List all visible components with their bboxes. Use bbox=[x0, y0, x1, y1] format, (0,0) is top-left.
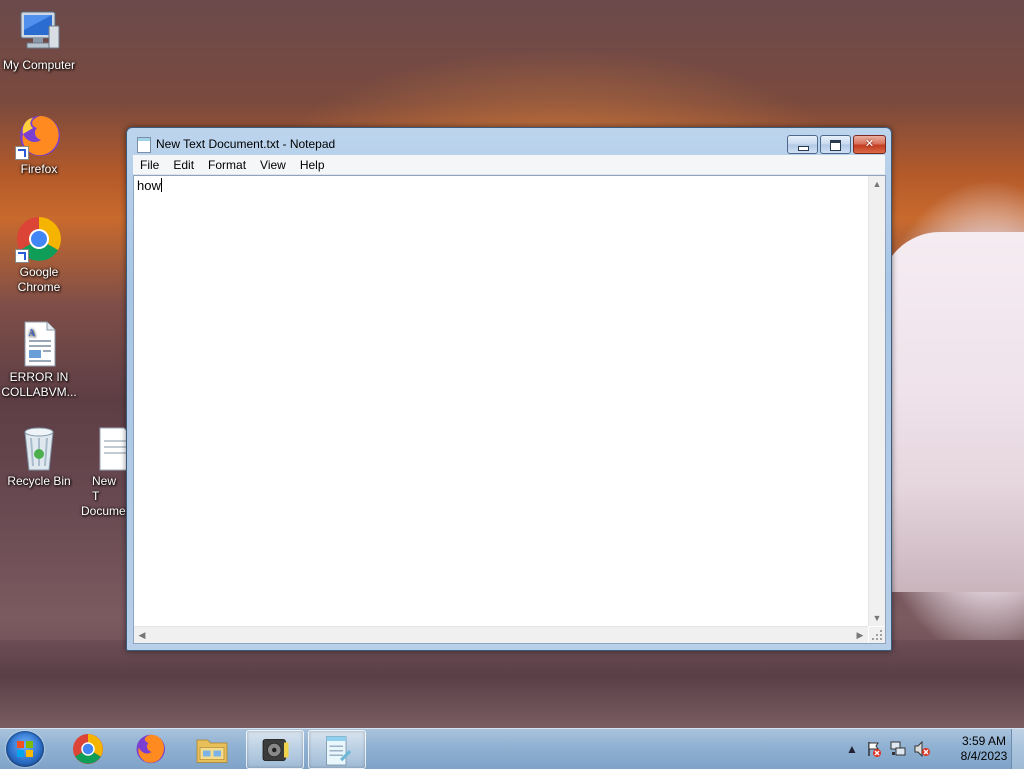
network-icon[interactable] bbox=[890, 741, 906, 757]
desktop-icon-label: Docume bbox=[81, 504, 126, 518]
menu-format[interactable]: Format bbox=[201, 155, 253, 173]
taskbar-file-explorer[interactable] bbox=[184, 730, 240, 767]
taskbar-notepad[interactable] bbox=[308, 730, 366, 769]
notepad-icon bbox=[137, 137, 151, 153]
taskbar-media-center[interactable] bbox=[246, 730, 304, 769]
wallpaper-rock bbox=[0, 640, 1024, 728]
desktop-icon-label: Google bbox=[19, 265, 59, 279]
menu-view[interactable]: View bbox=[253, 155, 293, 173]
desktop-icon-google-chrome[interactable]: Google Chrome bbox=[1, 215, 77, 295]
chrome-icon bbox=[15, 215, 63, 263]
desktop-icon-recycle-bin[interactable]: Recycle Bin bbox=[1, 424, 77, 489]
menu-bar: File Edit Format View Help bbox=[133, 155, 885, 175]
editor-text: how bbox=[137, 178, 161, 193]
desktop-icon-label: COLLABVM... bbox=[1, 385, 77, 399]
text-editor[interactable]: how ▲ ▼ ◀ ▶ bbox=[133, 175, 886, 644]
scroll-down-icon[interactable]: ▼ bbox=[869, 610, 885, 626]
firefox-icon bbox=[15, 112, 63, 160]
volume-muted-icon[interactable] bbox=[914, 740, 930, 758]
system-tray: ▲ 3:59 AM 8/4/2023 bbox=[844, 729, 1024, 769]
firefox-icon bbox=[136, 734, 165, 764]
svg-text:A: A bbox=[28, 328, 36, 339]
maximize-button[interactable] bbox=[820, 135, 851, 154]
computer-icon bbox=[15, 8, 63, 56]
window-titlebar[interactable]: New Text Document.txt - Notepad ✕ bbox=[127, 128, 891, 158]
notepad-icon bbox=[326, 736, 352, 766]
desktop-icon-label: Recycle Bin bbox=[7, 474, 71, 488]
scroll-up-icon[interactable]: ▲ bbox=[869, 176, 885, 192]
minimize-button[interactable] bbox=[787, 135, 818, 154]
media-center-icon bbox=[262, 739, 289, 761]
text-caret bbox=[160, 178, 162, 192]
clock-time: 3:59 AM bbox=[961, 734, 1007, 748]
menu-file[interactable]: File bbox=[133, 155, 166, 173]
show-hidden-icons-icon[interactable]: ▲ bbox=[844, 741, 860, 757]
window-title: New Text Document.txt - Notepad bbox=[156, 137, 336, 151]
menu-edit[interactable]: Edit bbox=[166, 155, 201, 173]
close-button[interactable]: ✕ bbox=[853, 135, 886, 154]
desktop-icon-new-text-document[interactable]: New T Docume bbox=[76, 424, 126, 519]
start-button[interactable] bbox=[6, 731, 44, 767]
action-center-icon[interactable] bbox=[866, 741, 882, 757]
clock-date: 8/4/2023 bbox=[960, 749, 1008, 763]
recycle-bin-icon bbox=[15, 424, 63, 472]
taskbar-firefox[interactable] bbox=[122, 730, 178, 767]
desktop-icon-firefox[interactable]: Firefox bbox=[1, 112, 77, 177]
horizontal-scrollbar[interactable]: ◀ ▶ bbox=[134, 626, 868, 643]
resize-grip-icon[interactable] bbox=[869, 627, 885, 643]
minimize-icon bbox=[798, 146, 809, 151]
shortcut-arrow-icon bbox=[15, 146, 29, 160]
scroll-left-icon[interactable]: ◀ bbox=[134, 627, 150, 643]
maximize-icon bbox=[830, 140, 841, 151]
close-icon: ✕ bbox=[864, 138, 875, 150]
chrome-icon bbox=[73, 734, 103, 764]
windows-logo-icon bbox=[17, 741, 33, 757]
notepad-window[interactable]: New Text Document.txt - Notepad ✕ File Ed… bbox=[126, 127, 892, 651]
desktop-icon-label: ERROR IN bbox=[9, 370, 69, 384]
desktop-icon-label: Firefox bbox=[20, 162, 58, 176]
taskbar: ▲ 3:59 AM 8/4/2023 bbox=[0, 728, 1024, 769]
desktop-icon-label: New T bbox=[92, 474, 117, 503]
desktop-icon-label: My Computer bbox=[2, 58, 76, 72]
shortcut-arrow-icon bbox=[15, 249, 29, 263]
desktop-icon-error-document[interactable]: A ERROR IN COLLABVM... bbox=[1, 320, 77, 400]
menu-help[interactable]: Help bbox=[293, 155, 332, 173]
file-explorer-icon bbox=[196, 739, 228, 763]
taskbar-clock[interactable]: 3:59 AM 8/4/2023 bbox=[954, 734, 1014, 764]
vertical-scrollbar[interactable]: ▲ ▼ bbox=[868, 176, 885, 626]
wallpaper-sky bbox=[880, 232, 1024, 592]
taskbar-chrome[interactable] bbox=[60, 730, 116, 767]
document-icon: A bbox=[15, 320, 63, 368]
scroll-right-icon[interactable]: ▶ bbox=[852, 627, 868, 643]
text-file-icon bbox=[96, 424, 126, 472]
desktop-icon-my-computer[interactable]: My Computer bbox=[1, 8, 77, 73]
editor-content[interactable]: how bbox=[137, 178, 162, 193]
desktop-icon-label: Chrome bbox=[17, 280, 61, 294]
show-desktop-button[interactable] bbox=[1011, 729, 1024, 769]
